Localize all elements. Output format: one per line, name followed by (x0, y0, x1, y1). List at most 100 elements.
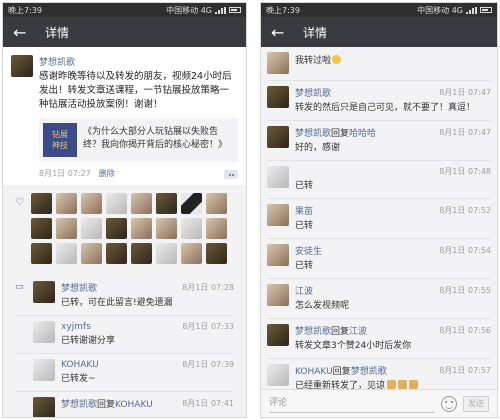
commenter-name[interactable]: 果苗 (295, 204, 313, 217)
commenter-avatar[interactable] (267, 324, 289, 346)
liker-avatar[interactable] (206, 193, 227, 214)
comment-body: 8月1日 07:48 已转 (295, 166, 491, 192)
comment-item: 安徒生 8月1日 07:54 已转 (267, 239, 491, 279)
commenter-name-text[interactable]: 梦想凯歌 (295, 129, 331, 139)
commenter-name-text[interactable]: 梦想凯歌 (61, 284, 97, 294)
commenter-name[interactable]: KOHAKU (61, 360, 99, 370)
commenter-name[interactable]: 江波 (295, 284, 313, 297)
commenter-name[interactable]: xyjmfs (61, 322, 91, 332)
more-actions-button[interactable] (224, 170, 238, 179)
commenter-name-text[interactable]: 果苗 (295, 207, 313, 217)
commenter-name[interactable]: 梦想凯歌 (61, 281, 97, 294)
commenter-name-text[interactable]: 梦想凯歌 (295, 89, 331, 99)
battery-icon (229, 7, 241, 13)
commenter-avatar[interactable] (267, 52, 289, 74)
commenter-avatar[interactable] (267, 166, 289, 188)
reply-target-name[interactable]: 梦想凯歌 (351, 367, 387, 377)
delete-link[interactable]: 删除 (99, 168, 115, 179)
commenter-name-text[interactable]: KOHAKU (295, 367, 333, 377)
carrier-label: 中国移动 4G (417, 5, 463, 15)
reply-target-name[interactable]: KOHAKU (115, 400, 153, 410)
comment-header: 梦想凯歌 8月1日 07:47 (295, 86, 491, 99)
liker-avatar[interactable] (81, 193, 102, 214)
article-title: 《为什么大部分人玩钻展以失败告终？我向你揭开背后的核心秘密！》 (83, 127, 228, 150)
right-screen: 晚上7:39 中国移动 4G ← 详情 我转过啦 梦想凯歌 8月1日 07:47 转发… (260, 2, 498, 418)
commenter-name[interactable]: KOHAKU回复梦想凯歌 (295, 364, 387, 377)
comment-item: 8月1日 07:48 已转 (267, 161, 491, 199)
comment-item: 我转过啦 (267, 47, 491, 81)
comment-time: 8月1日 07:28 (182, 283, 234, 292)
commenter-name[interactable]: 梦想凯歌回复江波 (295, 324, 367, 337)
commenter-avatar[interactable] (267, 86, 289, 108)
commenter-avatar[interactable] (33, 397, 55, 417)
liker-avatar[interactable] (156, 218, 177, 239)
commenter-name-text[interactable]: 江波 (295, 287, 313, 297)
shared-article-card[interactable]: 钻展 神技 《为什么大部分人玩钻展以失败告终？我向你揭开背后的核心秘密！》 (39, 118, 238, 162)
comment-text: 怎么发视频呢 (295, 300, 491, 312)
comment-text: 我转过啦 (295, 55, 491, 67)
liker-avatar[interactable] (31, 218, 52, 239)
commenter-name[interactable]: 梦想凯歌回复KOHAKU (61, 397, 153, 410)
page-title: 详情 (45, 25, 70, 40)
comment-text: 已转谢谢分享 (61, 335, 234, 347)
commenter-avatar[interactable] (33, 321, 55, 343)
liker-avatar[interactable] (106, 243, 127, 264)
commenter-name-text[interactable]: 梦想凯歌 (61, 400, 97, 410)
commenter-name-text[interactable]: KOHAKU (61, 360, 99, 370)
liker-avatar[interactable] (181, 193, 202, 214)
comment-text-content: 好的，感谢 (295, 143, 341, 153)
liker-avatar[interactable] (206, 218, 227, 239)
comment-item: 梦想凯歌 8月1日 07:47 转发的然后只是自己可见，就不要了！真逗！ (267, 81, 491, 121)
liker-avatar[interactable] (156, 193, 177, 214)
liker-avatar[interactable] (56, 218, 77, 239)
commenter-name[interactable]: 安徒生 (295, 244, 322, 257)
liker-avatar[interactable] (106, 218, 127, 239)
commenter-name-text[interactable]: 梦想凯歌 (295, 327, 331, 337)
commenter-avatar[interactable] (33, 359, 55, 381)
commenter-avatar[interactable] (267, 364, 289, 386)
liker-avatar[interactable] (156, 243, 177, 264)
reply-target-name[interactable]: 哈哈哈 (349, 129, 376, 139)
status-bar: 晚上7:39 中国移动 4G (3, 3, 246, 17)
send-button[interactable]: 发送 (463, 395, 489, 412)
comment-header: KOHAKU 8月1日 07:39 (61, 359, 234, 370)
liker-avatar[interactable] (206, 243, 227, 264)
commenter-avatar[interactable] (267, 126, 289, 148)
liker-avatar[interactable] (131, 243, 152, 264)
liker-avatar[interactable] (56, 193, 77, 214)
commenter-name-text[interactable]: 安徒生 (295, 247, 322, 257)
emoji-icon[interactable] (441, 395, 457, 412)
comment-body: 梦想凯歌 8月1日 07:28 已转，可在此留言!避免遗漏 (61, 281, 234, 309)
liker-avatar[interactable] (181, 243, 202, 264)
comment-body: xyjmfs 8月1日 07:33 已转谢谢分享 (61, 321, 234, 347)
back-arrow-icon[interactable]: ← (13, 23, 35, 42)
liker-avatar[interactable] (81, 243, 102, 264)
post-author-name[interactable]: 梦想凯歌 (39, 55, 238, 68)
comment-header: 安徒生 8月1日 07:54 (295, 244, 491, 257)
comment-input[interactable] (269, 394, 435, 413)
commenter-name-text[interactable]: xyjmfs (61, 322, 91, 332)
comment-text: 已转 (295, 260, 491, 272)
commenter-avatar[interactable] (267, 204, 289, 226)
comment-time: 8月1日 07:33 (182, 322, 234, 331)
post-author-avatar[interactable] (11, 55, 33, 77)
back-arrow-icon[interactable]: ← (271, 23, 293, 42)
reply-target-name[interactable]: 江波 (349, 327, 367, 337)
liker-avatar[interactable] (31, 243, 52, 264)
commenter-avatar[interactable] (267, 244, 289, 266)
commenter-name[interactable]: 梦想凯歌回复哈哈哈 (295, 126, 376, 139)
comment-item: 梦想凯歌 8月1日 07:28 已转，可在此留言!避免遗漏 (15, 276, 234, 316)
liker-avatar[interactable] (131, 193, 152, 214)
liker-avatar[interactable] (131, 218, 152, 239)
liker-avatar[interactable] (106, 193, 127, 214)
liker-avatar[interactable] (81, 218, 102, 239)
liker-avatar[interactable] (56, 243, 77, 264)
comment-text-content: 已转 (295, 221, 314, 231)
comment-header: 果苗 8月1日 07:52 (295, 204, 491, 217)
commenter-avatar[interactable] (267, 284, 289, 306)
liker-avatar[interactable] (31, 193, 52, 214)
commenter-name[interactable]: 梦想凯歌 (295, 86, 331, 99)
comment-input-bar: 发送 (261, 389, 497, 417)
commenter-avatar[interactable] (33, 281, 55, 303)
liker-avatar[interactable] (181, 218, 202, 239)
